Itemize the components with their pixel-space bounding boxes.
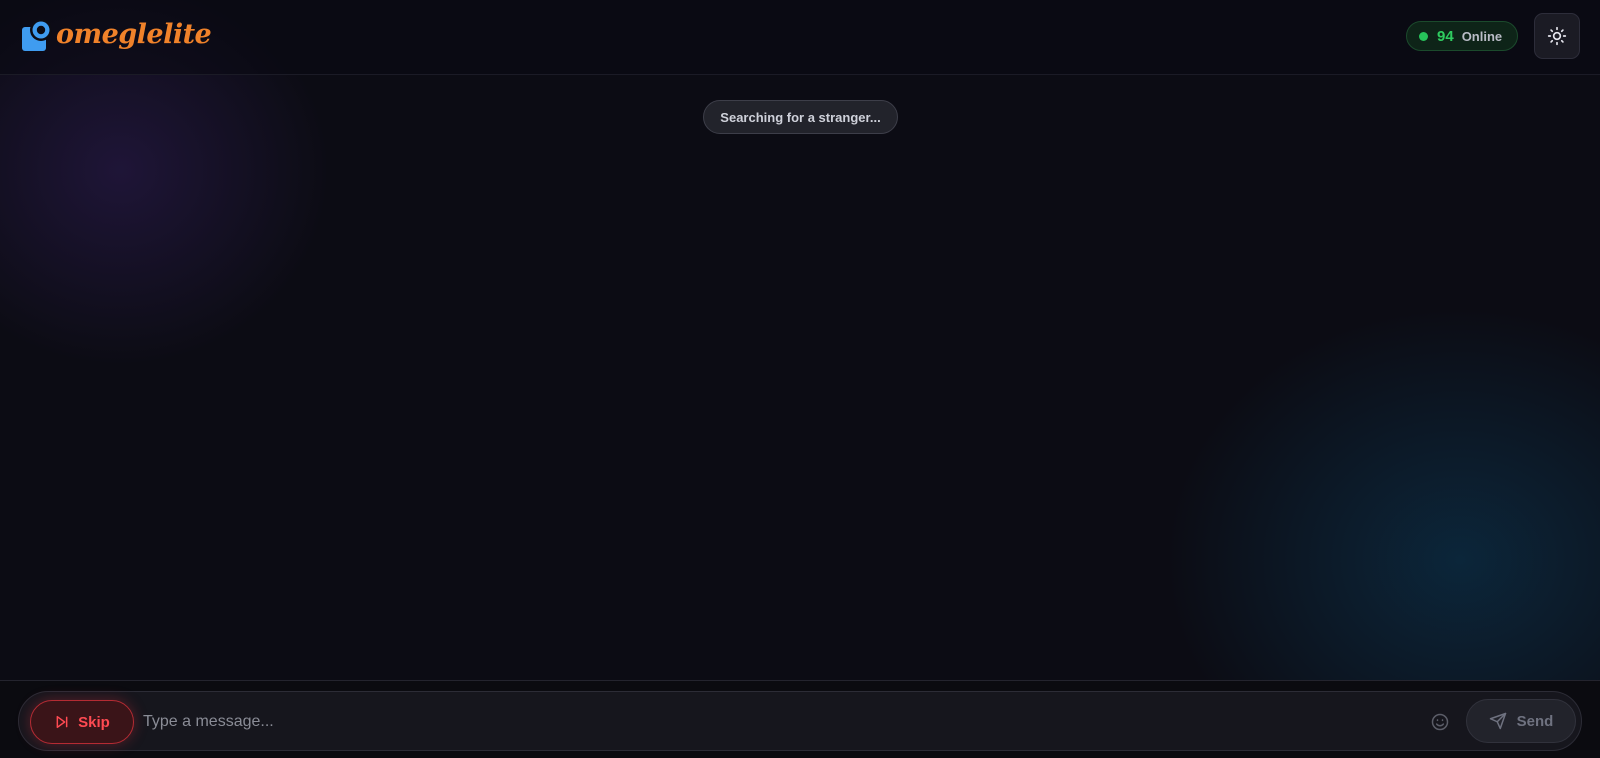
bottom-bar: Skip Send bbox=[0, 680, 1600, 758]
logo-text: omeglelite bbox=[56, 19, 212, 50]
skip-button[interactable]: Skip bbox=[30, 700, 134, 744]
online-count-badge: 94 Online bbox=[1406, 21, 1518, 51]
emoji-button[interactable] bbox=[1429, 711, 1451, 733]
top-header: omeglelite 94 Online bbox=[0, 0, 1600, 75]
smiley-icon bbox=[1431, 713, 1449, 731]
skip-label: Skip bbox=[78, 713, 110, 731]
message-composer: Skip Send bbox=[18, 691, 1582, 751]
search-status-badge: Searching for a stranger... bbox=[703, 100, 898, 134]
skip-forward-icon bbox=[56, 715, 68, 729]
paper-plane-icon bbox=[1489, 712, 1506, 730]
online-count: 94 bbox=[1437, 27, 1454, 45]
message-input[interactable] bbox=[143, 702, 1413, 742]
send-button[interactable]: Send bbox=[1466, 699, 1576, 743]
send-label: Send bbox=[1516, 712, 1554, 730]
green-dot-icon bbox=[1419, 31, 1428, 41]
theme-toggle-button[interactable] bbox=[1534, 13, 1580, 59]
online-label: Online bbox=[1461, 28, 1503, 44]
sun-icon bbox=[1547, 26, 1567, 46]
app-root: omeglelite 94 Online Searching for a str… bbox=[0, 0, 1600, 758]
omegle-logo-icon bbox=[22, 19, 52, 51]
logo[interactable]: omeglelite bbox=[20, 17, 212, 53]
